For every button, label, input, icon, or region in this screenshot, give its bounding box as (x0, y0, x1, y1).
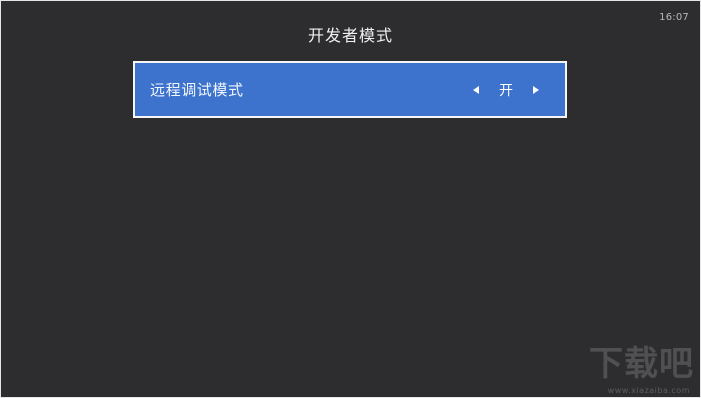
page-title: 开发者模式 (307, 26, 393, 45)
watermark-logo: 下载吧 (589, 344, 694, 384)
value-selector[interactable]: 开 (473, 80, 539, 100)
setting-row-remote-debug-mode[interactable]: 远程调试模式 开 (133, 61, 567, 118)
setting-value: 开 (499, 82, 513, 99)
developer-mode-screen: 16:07 开发者模式 远程调试模式 开 下载吧 www.xiazaiba.co… (1, 1, 700, 397)
setting-label: 远程调试模式 (150, 81, 244, 99)
watermark-url: www.xiazaiba.com (607, 386, 690, 395)
arrow-right-icon[interactable] (533, 85, 539, 94)
